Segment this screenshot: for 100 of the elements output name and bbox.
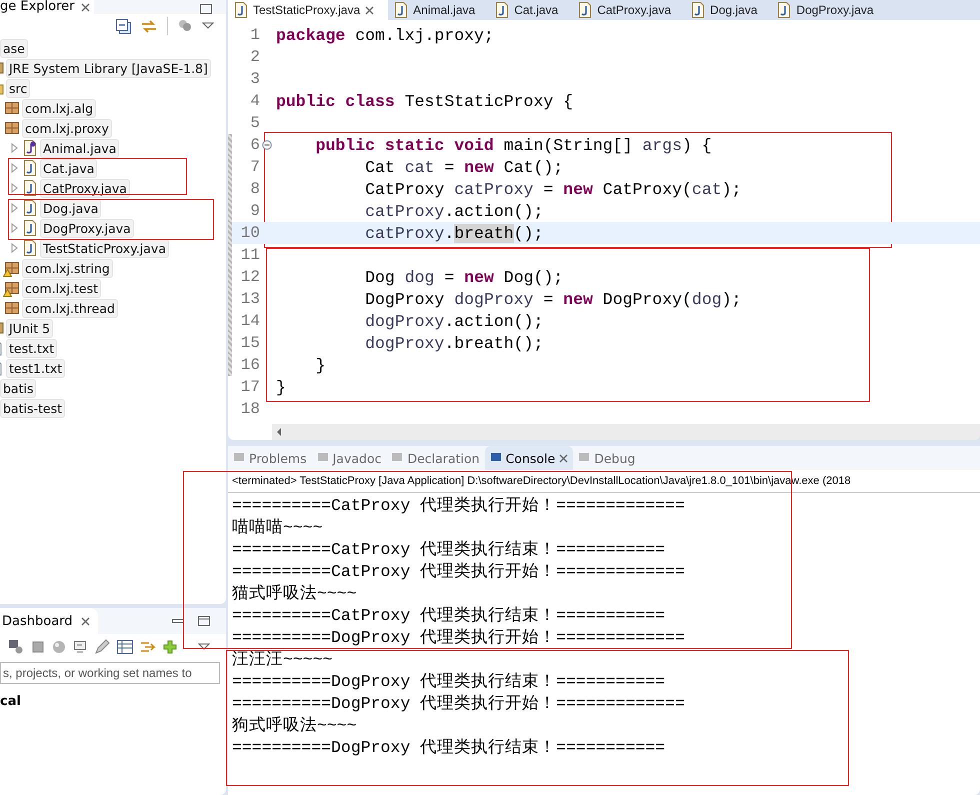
java-file-icon — [23, 200, 37, 216]
scroll-left-icon[interactable] — [276, 428, 282, 436]
code-line: Dog dog = new Dog(); — [364, 268, 564, 286]
filter-icon[interactable] — [178, 19, 192, 33]
console-line: ==========DogProxy 代理类执行结束！=========== — [232, 671, 666, 693]
link-arrows-icon[interactable] — [141, 18, 157, 34]
java-file-icon — [23, 180, 37, 196]
java-file-icon — [234, 2, 248, 18]
console-line: ==========DogProxy 代理类执行开始！============= — [232, 693, 686, 715]
close-icon[interactable] — [559, 454, 568, 462]
line-number: 12 — [240, 268, 260, 286]
console-line: 猫式呼吸法~~~~ — [232, 583, 358, 605]
pencil-icon[interactable] — [94, 639, 110, 655]
view-tab[interactable]: Javadoc — [312, 446, 386, 470]
tab-icon — [316, 452, 329, 464]
tree-item[interactable]: Animal.java — [40, 138, 120, 158]
code-line: } — [314, 356, 326, 374]
tree-item[interactable]: DogProxy.java — [40, 218, 134, 238]
maximize-icon[interactable] — [200, 4, 212, 14]
close-icon[interactable] — [80, 2, 90, 12]
console-line: 汪汪汪~~~~~ — [232, 649, 334, 671]
java-file-icon — [394, 2, 408, 18]
line-number: 6 — [249, 136, 260, 154]
tree-item[interactable]: batis — [0, 378, 36, 398]
line-number: 7 — [249, 158, 260, 176]
close-icon[interactable] — [80, 616, 90, 626]
tab-icon — [391, 452, 404, 464]
console-line: 喵喵喵~~~~ — [232, 517, 324, 539]
tree-item[interactable]: test1.txt — [6, 358, 66, 378]
java-file-icon — [23, 240, 37, 256]
tree-item[interactable]: CatProxy.java — [40, 178, 130, 198]
console-line: ==========CatProxy 代理类执行结束！=========== — [232, 539, 666, 561]
line-number: 9 — [249, 202, 260, 220]
tree-item[interactable]: ase — [0, 38, 28, 58]
minimize-icon[interactable] — [172, 619, 184, 623]
view-tab[interactable]: Debug — [573, 446, 640, 470]
line-number: 3 — [249, 70, 260, 88]
editor-tab[interactable]: TestStaticProxy.java — [228, 0, 388, 20]
code-line: public class TestStaticProxy { — [275, 92, 574, 110]
warning-icon — [3, 289, 12, 297]
view-tab[interactable]: Problems — [228, 446, 312, 470]
editor-tab[interactable]: DogProxy.java — [771, 0, 888, 20]
line-number: 5 — [249, 114, 260, 132]
tree-item[interactable]: test.txt — [6, 338, 58, 358]
view-tab[interactable]: Console — [484, 446, 574, 470]
tree-item[interactable]: com.lxj.test — [22, 278, 101, 298]
line-number: 18 — [240, 400, 260, 418]
tree-item[interactable]: JRE System Library [JavaSE-1.8] — [6, 58, 211, 78]
tree-item[interactable]: com.lxj.alg — [22, 98, 96, 118]
java-file-icon — [23, 220, 37, 236]
code-line: catProxy.action(); — [364, 202, 544, 220]
package-icon — [4, 260, 20, 276]
code-line: package com.lxj.proxy; — [275, 26, 494, 44]
console-line: ==========CatProxy 代理类执行开始！============= — [232, 495, 686, 517]
editor-tab[interactable]: Dog.java — [685, 0, 772, 20]
search-field[interactable]: s, projects, or working set names to — [0, 662, 220, 684]
collapse-all-icon[interactable] — [116, 18, 131, 34]
package-icon — [4, 100, 20, 116]
java-file-icon — [691, 2, 706, 18]
add-icon[interactable] — [163, 640, 177, 654]
console-line: ==========DogProxy 代理类执行开始！============= — [232, 627, 686, 649]
java-file-icon — [777, 2, 792, 18]
view-menu-icon[interactable] — [198, 643, 210, 651]
tree-item[interactable]: com.lxj.thread — [22, 298, 118, 318]
interface-file-icon — [23, 140, 37, 156]
tree-item[interactable]: com.lxj.string — [22, 258, 113, 278]
code-line: Cat cat = new Cat(); — [364, 158, 564, 176]
table-icon[interactable] — [117, 640, 133, 654]
line-number: 4 — [249, 92, 260, 110]
tree-item[interactable]: Dog.java — [40, 198, 102, 218]
line-number: 11 — [240, 246, 260, 264]
view-tab[interactable]: Declaration — [386, 446, 485, 470]
line-number: 14 — [240, 312, 260, 330]
tab-icon — [490, 452, 502, 464]
editor-tab[interactable]: Cat.java — [489, 0, 572, 20]
line-number: 17 — [240, 378, 260, 396]
horizontal-scrollbar[interactable] — [272, 424, 980, 440]
package-icon — [4, 300, 20, 316]
editor-tab[interactable]: CatProxy.java — [572, 0, 686, 20]
warning-icon — [3, 269, 12, 277]
editor-tab[interactable]: Animal.java — [388, 0, 490, 20]
tree-item[interactable]: com.lxj.proxy — [22, 118, 112, 138]
fold-icon[interactable] — [262, 140, 272, 150]
java-file-icon — [495, 2, 510, 18]
stop-icon[interactable] — [31, 640, 45, 654]
maximize-icon[interactable] — [198, 616, 210, 626]
code-line: dogProxy.action(); — [364, 312, 544, 330]
close-icon[interactable] — [365, 6, 374, 14]
console-line: ==========CatProxy 代理类执行开始！============= — [232, 561, 686, 583]
tree-item[interactable]: src — [6, 78, 30, 98]
monitor-icon[interactable] — [73, 640, 87, 654]
code-line: CatProxy catProxy = new CatProxy(cat); — [364, 180, 742, 198]
package-icon — [4, 280, 20, 296]
tree-item[interactable]: TestStaticProxy.java — [40, 238, 169, 258]
java-file-icon — [23, 160, 37, 176]
view-menu-icon[interactable] — [202, 22, 214, 30]
tree-item[interactable]: batis-test — [0, 398, 65, 418]
tree-item[interactable]: JUnit 5 — [6, 318, 54, 338]
line-number: 15 — [240, 334, 260, 352]
tree-item[interactable]: Cat.java — [40, 158, 98, 178]
